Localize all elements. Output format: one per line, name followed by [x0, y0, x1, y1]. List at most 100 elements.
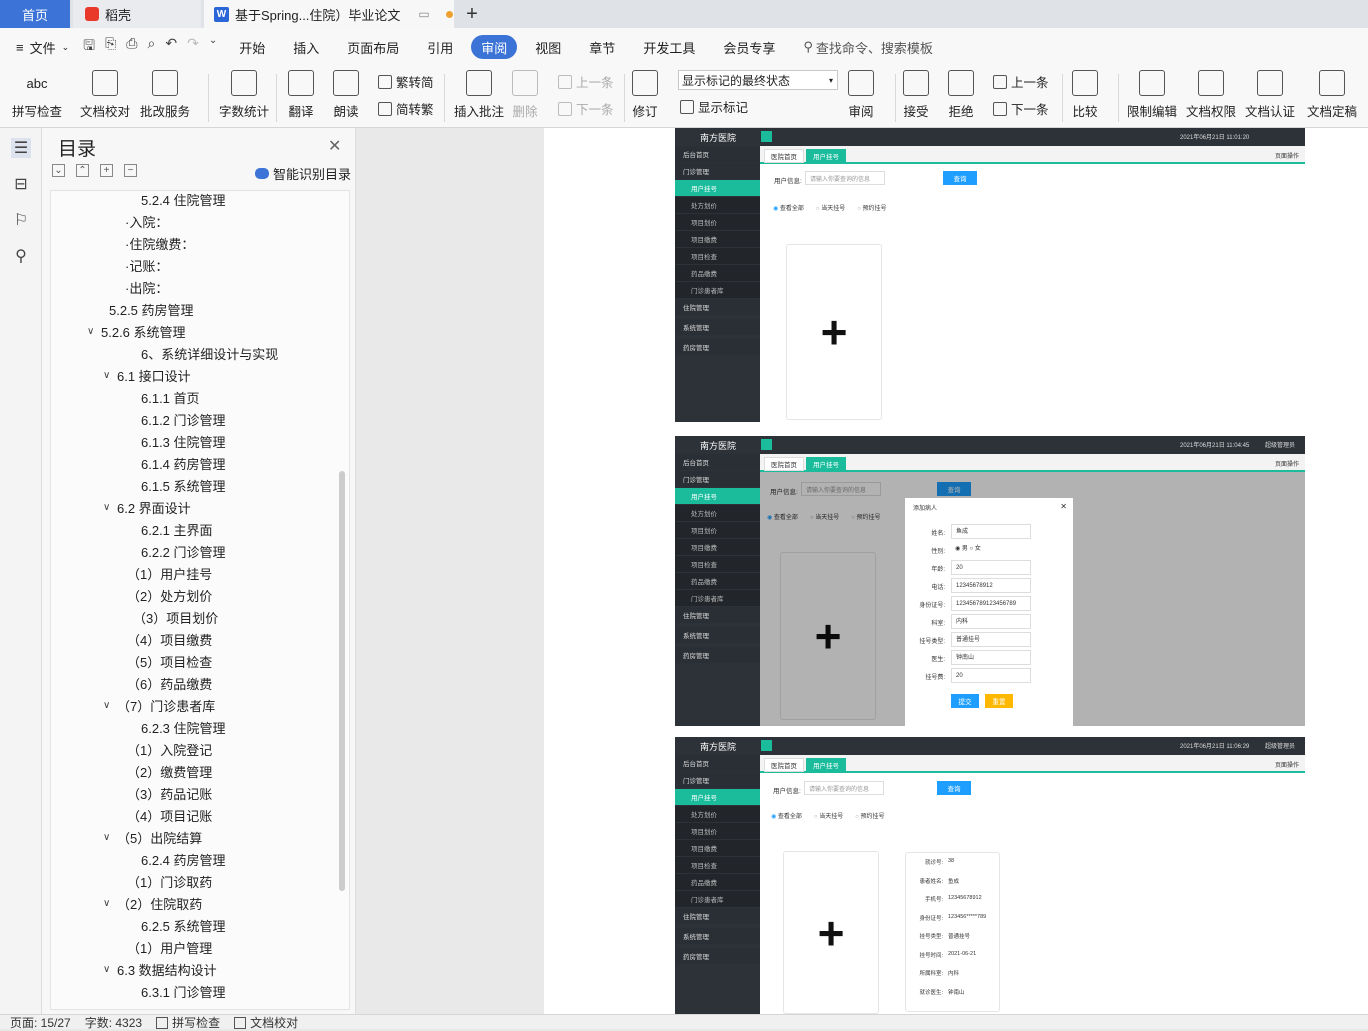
toc-item[interactable]: （4）项目缴费: [127, 628, 212, 650]
new-tab-button[interactable]: +: [462, 0, 482, 28]
toc-item[interactable]: 6.1.5 系统管理: [141, 474, 226, 496]
toc-item[interactable]: ∨ 5.2.6 系统管理: [87, 320, 186, 342]
toc-item[interactable]: 5.2.4 住院管理: [141, 191, 226, 210]
toc-item[interactable]: 6、系统详细设计与实现: [141, 342, 278, 364]
status-proofread[interactable]: 文档校对: [234, 1014, 298, 1031]
doc-permission-button[interactable]: 文档权限: [1186, 70, 1236, 120]
chevron-down-icon[interactable]: ∨: [87, 326, 99, 337]
toc-item[interactable]: （1）用户管理: [127, 936, 212, 958]
chevron-down-icon[interactable]: ∨: [103, 832, 115, 843]
toc-item[interactable]: ∨ 6.2 界面设计: [103, 496, 191, 518]
toc-item[interactable]: （4）项目记账: [127, 804, 212, 826]
toc-item[interactable]: （1）用户挂号: [127, 562, 212, 584]
toc-item[interactable]: ·入院：: [125, 210, 168, 232]
chevron-down-icon[interactable]: ∨: [103, 370, 115, 381]
menu-layout[interactable]: 页面布局: [339, 35, 407, 59]
status-word-count[interactable]: 字数: 4323: [85, 1014, 142, 1031]
save-icon[interactable]: 🖫: [83, 35, 95, 59]
accept-button[interactable]: 接受: [903, 70, 929, 120]
compare-button[interactable]: 比较: [1072, 70, 1098, 120]
add-level-icon[interactable]: +: [100, 164, 113, 177]
chevron-down-icon[interactable]: ∨: [103, 700, 115, 711]
toc-item[interactable]: ∨ （5）出院结算: [103, 826, 202, 848]
file-menu[interactable]: ≡ 文件 ⌄: [0, 35, 77, 59]
toc-item[interactable]: ·记账：: [125, 254, 168, 276]
toc-item[interactable]: ·出院：: [125, 276, 168, 298]
toc-item[interactable]: （1）门诊取药: [127, 870, 212, 892]
next-change-button[interactable]: 下一条: [993, 99, 1049, 118]
toc-item[interactable]: ∨ 6.3 数据结构设计: [103, 958, 217, 980]
toc-item[interactable]: 6.3.1 门诊管理: [141, 980, 226, 1002]
toc-item[interactable]: ∨ （7）门诊患者库: [103, 694, 215, 716]
markup-display-select[interactable]: 显示标记的最终状态 ▾: [678, 70, 838, 90]
menu-member[interactable]: 会员专享: [715, 35, 783, 59]
export-icon[interactable]: ⎘: [105, 35, 116, 59]
next-comment-button[interactable]: 下一条: [558, 99, 614, 118]
close-icon[interactable]: ✕: [328, 136, 341, 156]
batch-service-button[interactable]: 批改服务: [140, 70, 190, 120]
chevron-down-icon[interactable]: ∨: [103, 898, 115, 909]
prev-comment-button[interactable]: 上一条: [558, 72, 614, 91]
tab-document[interactable]: W 基于Spring...住院）毕业论文 ▭: [204, 0, 454, 28]
toc-item[interactable]: （1）入院登记: [127, 738, 212, 760]
toc-item[interactable]: 6.1.2 门诊管理: [141, 408, 226, 430]
toc-item[interactable]: 6.2.5 系统管理: [141, 914, 226, 936]
menu-reference[interactable]: 引用: [419, 35, 461, 59]
review-pane-button[interactable]: 审阅: [848, 70, 874, 120]
toc-item[interactable]: （6）药品缴费: [127, 672, 212, 694]
toc-item[interactable]: 6.1.1 首页: [141, 386, 200, 408]
prev-change-button[interactable]: 上一条: [993, 72, 1049, 91]
undo-icon[interactable]: ↶: [165, 35, 177, 59]
read-aloud-button[interactable]: 朗读: [333, 70, 359, 120]
smart-toc-button[interactable]: 智能识别目录: [255, 164, 351, 183]
toc-scrollbar[interactable]: [339, 471, 345, 891]
toc-item[interactable]: 6.1.3 住院管理: [141, 430, 226, 452]
delete-comment-button[interactable]: 删除: [512, 70, 538, 120]
to-traditional-button[interactable]: 简转繁: [378, 99, 434, 118]
toc-icon[interactable]: ☰: [11, 138, 31, 158]
word-count-button[interactable]: 字数统计: [219, 70, 269, 120]
doc-finalize-button[interactable]: 文档定稿: [1307, 70, 1357, 120]
toc-item[interactable]: （2）处方划价: [127, 584, 212, 606]
translate-button[interactable]: 翻译: [288, 70, 314, 120]
menu-developer[interactable]: 开发工具: [635, 35, 703, 59]
toc-item[interactable]: 6.2.2 门诊管理: [141, 540, 226, 562]
preview-icon[interactable]: ⌕: [148, 35, 156, 59]
toc-item[interactable]: ∨ （2）住院取药: [103, 892, 202, 914]
tab-home[interactable]: 首页: [0, 0, 70, 28]
toc-item[interactable]: （3）药品记账: [127, 782, 212, 804]
menu-start[interactable]: 开始: [231, 35, 273, 59]
toc-item[interactable]: 6.2.3 住院管理: [141, 716, 226, 738]
doc-certify-button[interactable]: 文档认证: [1245, 70, 1295, 120]
status-page[interactable]: 页面: 15/27: [10, 1014, 71, 1031]
print-icon[interactable]: ⎙: [126, 35, 137, 59]
reject-button[interactable]: 拒绝: [948, 70, 974, 120]
chevron-down-icon[interactable]: ∨: [103, 964, 115, 975]
command-search[interactable]: ⚲ 查找命令、搜索模板: [795, 35, 941, 59]
redo-icon[interactable]: ↷: [187, 35, 199, 59]
track-changes-button[interactable]: 修订: [632, 70, 658, 120]
expand-up-icon[interactable]: ⌃: [76, 164, 89, 177]
find-icon[interactable]: ⚲: [11, 246, 31, 266]
remove-level-icon[interactable]: −: [124, 164, 137, 177]
to-simplified-button[interactable]: 繁转简: [378, 72, 434, 91]
toc-item[interactable]: ∨ 6.1 接口设计: [103, 364, 191, 386]
toc-item[interactable]: ·住院缴费：: [125, 232, 194, 254]
show-markup-button[interactable]: 显示标记: [680, 97, 748, 116]
spell-check-button[interactable]: abc 拼写检查: [12, 70, 62, 120]
toc-item[interactable]: 6.1.4 药房管理: [141, 452, 226, 474]
menu-review[interactable]: 审阅: [471, 35, 518, 59]
menu-view[interactable]: 视图: [527, 35, 569, 59]
restrict-edit-button[interactable]: 限制编辑: [1127, 70, 1177, 120]
toc-item[interactable]: （3）项目划价: [133, 606, 218, 628]
chevron-down-icon[interactable]: ∨: [103, 502, 115, 513]
proofread-button[interactable]: 文档校对: [80, 70, 130, 120]
tab-daoke[interactable]: 稻壳: [73, 0, 201, 28]
toc-item[interactable]: 6.2.4 药房管理: [141, 848, 226, 870]
menu-chapter[interactable]: 章节: [581, 35, 623, 59]
toc-item[interactable]: （5）项目检查: [127, 650, 212, 672]
toc-item[interactable]: 5.2.5 药房管理: [109, 298, 194, 320]
chapter-icon[interactable]: ⊟: [11, 174, 31, 194]
screen-icon[interactable]: ▭: [418, 7, 429, 21]
collapse-all-icon[interactable]: ⌄: [52, 164, 65, 177]
